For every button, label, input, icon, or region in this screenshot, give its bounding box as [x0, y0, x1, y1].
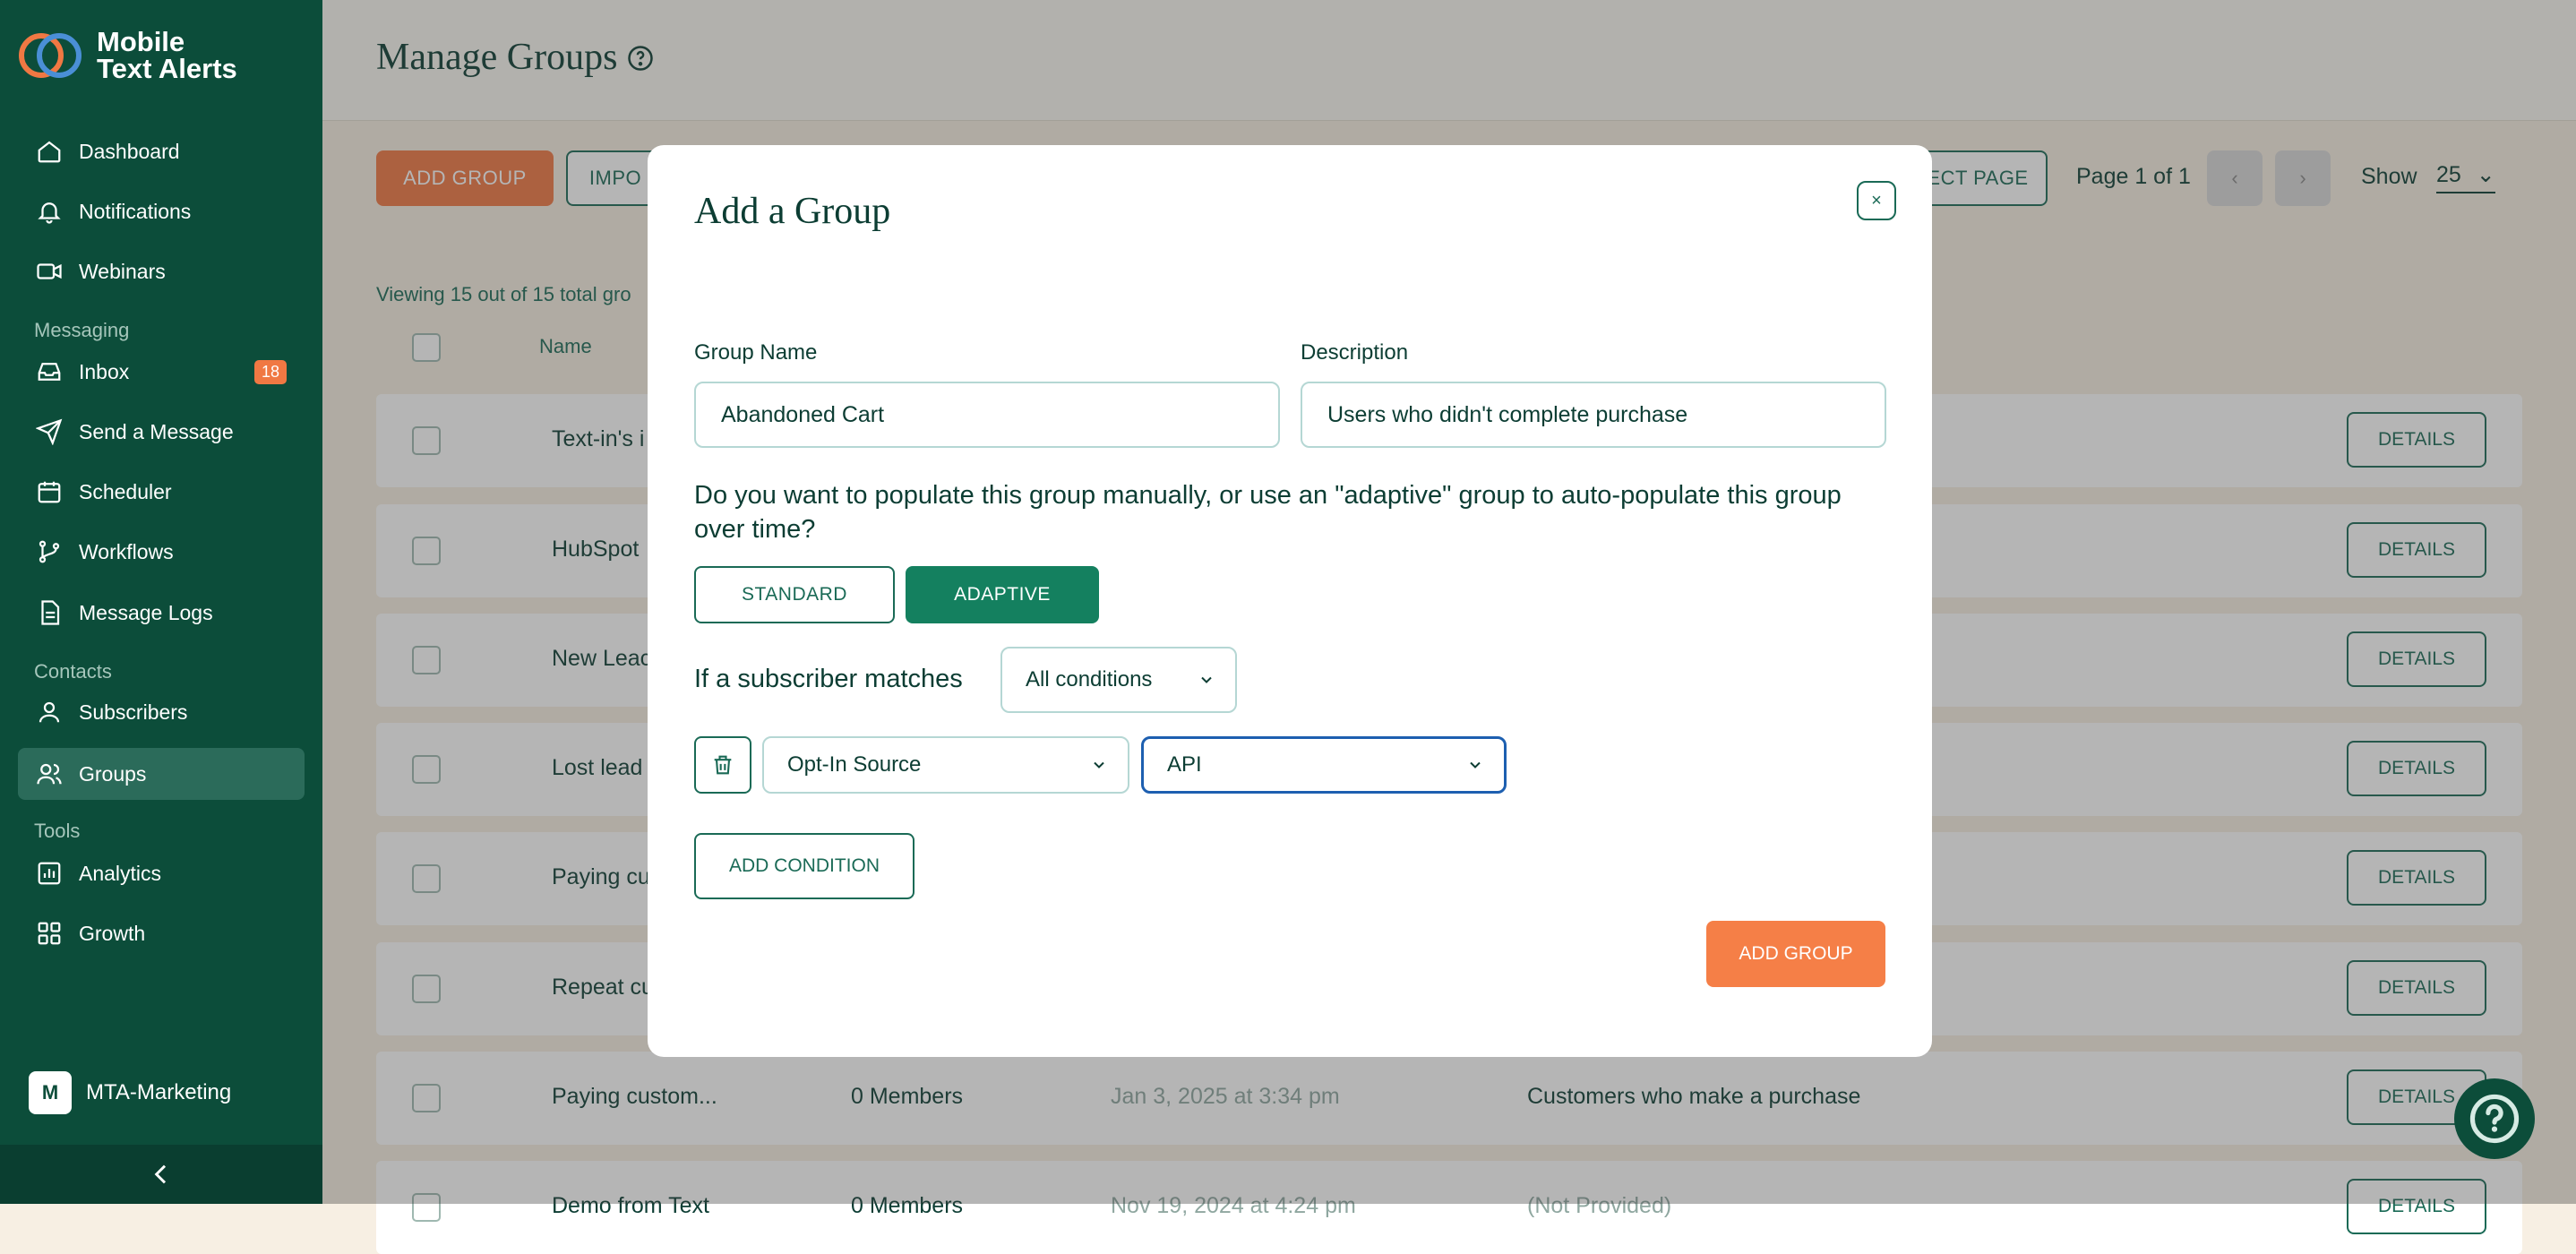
sidebar-item-label: Workflows [79, 539, 174, 563]
condition-value: API [1167, 752, 1202, 777]
chevron-down-icon [1201, 676, 1212, 683]
users-icon [36, 760, 63, 787]
close-icon: × [1871, 190, 1882, 210]
standard-toggle-button[interactable]: STANDARD [694, 566, 895, 623]
sidebar: Mobile Text Alerts Dashboard Notificatio… [0, 0, 322, 1204]
bell-icon [36, 198, 63, 225]
close-button[interactable]: × [1857, 181, 1896, 220]
collapse-sidebar-button[interactable] [0, 1145, 322, 1204]
description-label: Description [1301, 340, 1409, 365]
section-contacts: Contacts [34, 660, 112, 683]
section-tools: Tools [34, 820, 81, 842]
sidebar-item-label: Webinars [79, 259, 166, 283]
inbox-icon [36, 358, 63, 385]
sidebar-item-analytics[interactable]: Analytics [18, 847, 305, 899]
sidebar-item-label: Analytics [79, 861, 162, 885]
sidebar-item-label: Send a Message [79, 419, 234, 443]
sidebar-item-label: Scheduler [79, 479, 172, 503]
avatar: M [29, 1071, 72, 1114]
sidebar-item-growth[interactable]: Growth [18, 907, 305, 959]
sidebar-item-label: Groups [79, 761, 147, 786]
sidebar-item-workflows[interactable]: Workflows [18, 526, 305, 578]
match-mode-select[interactable]: All conditions [1000, 647, 1237, 713]
sidebar-item-dashboard[interactable]: Dashboard [18, 125, 305, 177]
sidebar-item-label: Subscribers [79, 700, 188, 724]
brand-logo[interactable]: Mobile Text Alerts [16, 27, 237, 84]
match-mode-value: All conditions [1026, 667, 1153, 691]
chevron-down-icon [1470, 761, 1481, 769]
add-group-modal: Add a Group × Group Name Description Do … [648, 145, 1932, 1057]
sidebar-item-groups[interactable]: Groups [18, 748, 305, 800]
description-input[interactable] [1301, 382, 1886, 448]
sidebar-item-send-message[interactable]: Send a Message [18, 406, 305, 458]
chevron-down-icon [1094, 761, 1104, 769]
section-messaging: Messaging [34, 319, 130, 341]
match-label: If a subscriber matches [694, 665, 963, 693]
send-icon [36, 418, 63, 445]
sidebar-item-label: Dashboard [79, 139, 180, 163]
grid-icon [36, 920, 63, 947]
home-icon [36, 138, 63, 165]
sidebar-item-subscribers[interactable]: Subscribers [18, 686, 305, 738]
condition-field-value: Opt-In Source [787, 752, 922, 777]
inbox-count-badge: 18 [253, 359, 287, 384]
brand-name: Mobile Text Alerts [97, 26, 237, 84]
user-icon [36, 699, 63, 726]
help-icon [2469, 1094, 2520, 1144]
chart-icon [36, 860, 63, 887]
group-name-label: Group Name [694, 340, 818, 365]
adaptive-toggle-button[interactable]: ADAPTIVE [906, 566, 1099, 623]
trash-icon [714, 755, 732, 775]
sidebar-item-inbox[interactable]: Inbox 18 [18, 346, 305, 398]
sidebar-item-label: Growth [79, 921, 146, 945]
account-name: MTA-Marketing [86, 1080, 232, 1104]
calendar-icon [36, 478, 63, 505]
chevron-left-icon [154, 1164, 167, 1184]
group-name-input[interactable] [694, 382, 1280, 448]
sidebar-item-scheduler[interactable]: Scheduler [18, 466, 305, 518]
document-icon [36, 599, 63, 626]
help-chat-button[interactable] [2454, 1078, 2535, 1159]
sidebar-item-webinars[interactable]: Webinars [18, 245, 305, 297]
population-question: Do you want to populate this group manua… [694, 481, 1842, 544]
condition-field-select[interactable]: Opt-In Source [762, 736, 1129, 794]
video-icon [36, 258, 63, 285]
add-condition-button[interactable]: ADD CONDITION [694, 833, 914, 899]
sidebar-item-label: Message Logs [79, 600, 213, 624]
logo-icon [19, 33, 82, 78]
workflow-icon [36, 538, 63, 565]
sidebar-item-message-logs[interactable]: Message Logs [18, 587, 305, 639]
condition-value-select[interactable]: API [1141, 736, 1507, 794]
account-switcher[interactable]: M MTA-Marketing [29, 1071, 231, 1114]
modal-title: Add a Group [694, 191, 891, 232]
submit-add-group-button[interactable]: ADD GROUP [1706, 921, 1885, 987]
sidebar-item-label: Notifications [79, 199, 192, 223]
sidebar-item-notifications[interactable]: Notifications [18, 185, 305, 237]
delete-condition-button[interactable] [694, 736, 751, 794]
sidebar-item-label: Inbox [79, 359, 130, 383]
